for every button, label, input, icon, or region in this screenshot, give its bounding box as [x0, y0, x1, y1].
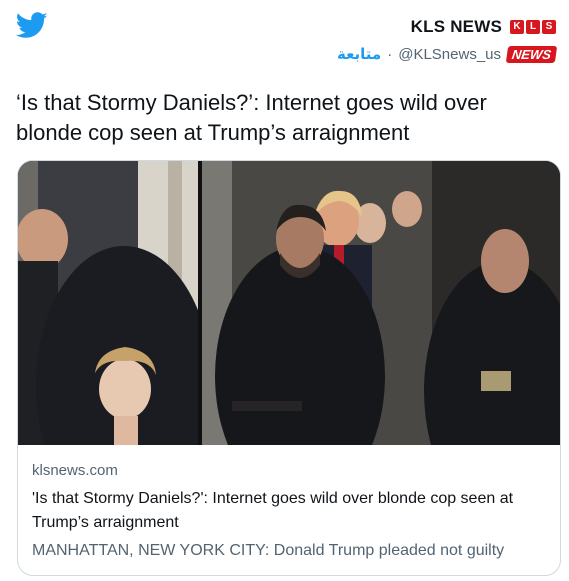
card-domain: klsnews.com [32, 462, 118, 479]
kls-logo-letter: S [542, 20, 556, 34]
card-photo-right [202, 161, 560, 445]
card-meta: klsnews.com 'Is that Stormy Daniels?': I… [18, 445, 560, 561]
kls-logo-letter: K [510, 20, 524, 34]
kls-logo: K L S [510, 20, 556, 34]
news-avatar-badge[interactable]: NEWS [505, 45, 558, 63]
kls-logo-letter: L [526, 20, 540, 34]
link-card[interactable]: klsnews.com 'Is that Stormy Daniels?': I… [17, 160, 561, 576]
account-header: KLS NEWS K L S متابعة · @KLSnews_us NEWS [337, 17, 558, 64]
card-image[interactable] [18, 161, 560, 445]
account-handle[interactable]: @KLSnews_us [398, 46, 501, 63]
twitter-bird-icon[interactable] [15, 12, 48, 39]
follow-button[interactable]: متابعة [337, 45, 381, 63]
display-name[interactable]: KLS NEWS [411, 17, 502, 37]
separator-dot: · [387, 45, 393, 63]
handle-row: متابعة · @KLSnews_us NEWS [337, 44, 558, 64]
card-description: MANHATTAN, NEW YORK CITY: Donald Trump p… [32, 542, 505, 559]
card-photo-left [18, 161, 198, 445]
card-title[interactable]: 'Is that Stormy Daniels?': Internet goes… [32, 487, 546, 535]
tweet-text: ‘Is that Stormy Daniels?’: Internet goes… [16, 90, 487, 145]
name-row: KLS NEWS K L S [337, 17, 556, 37]
